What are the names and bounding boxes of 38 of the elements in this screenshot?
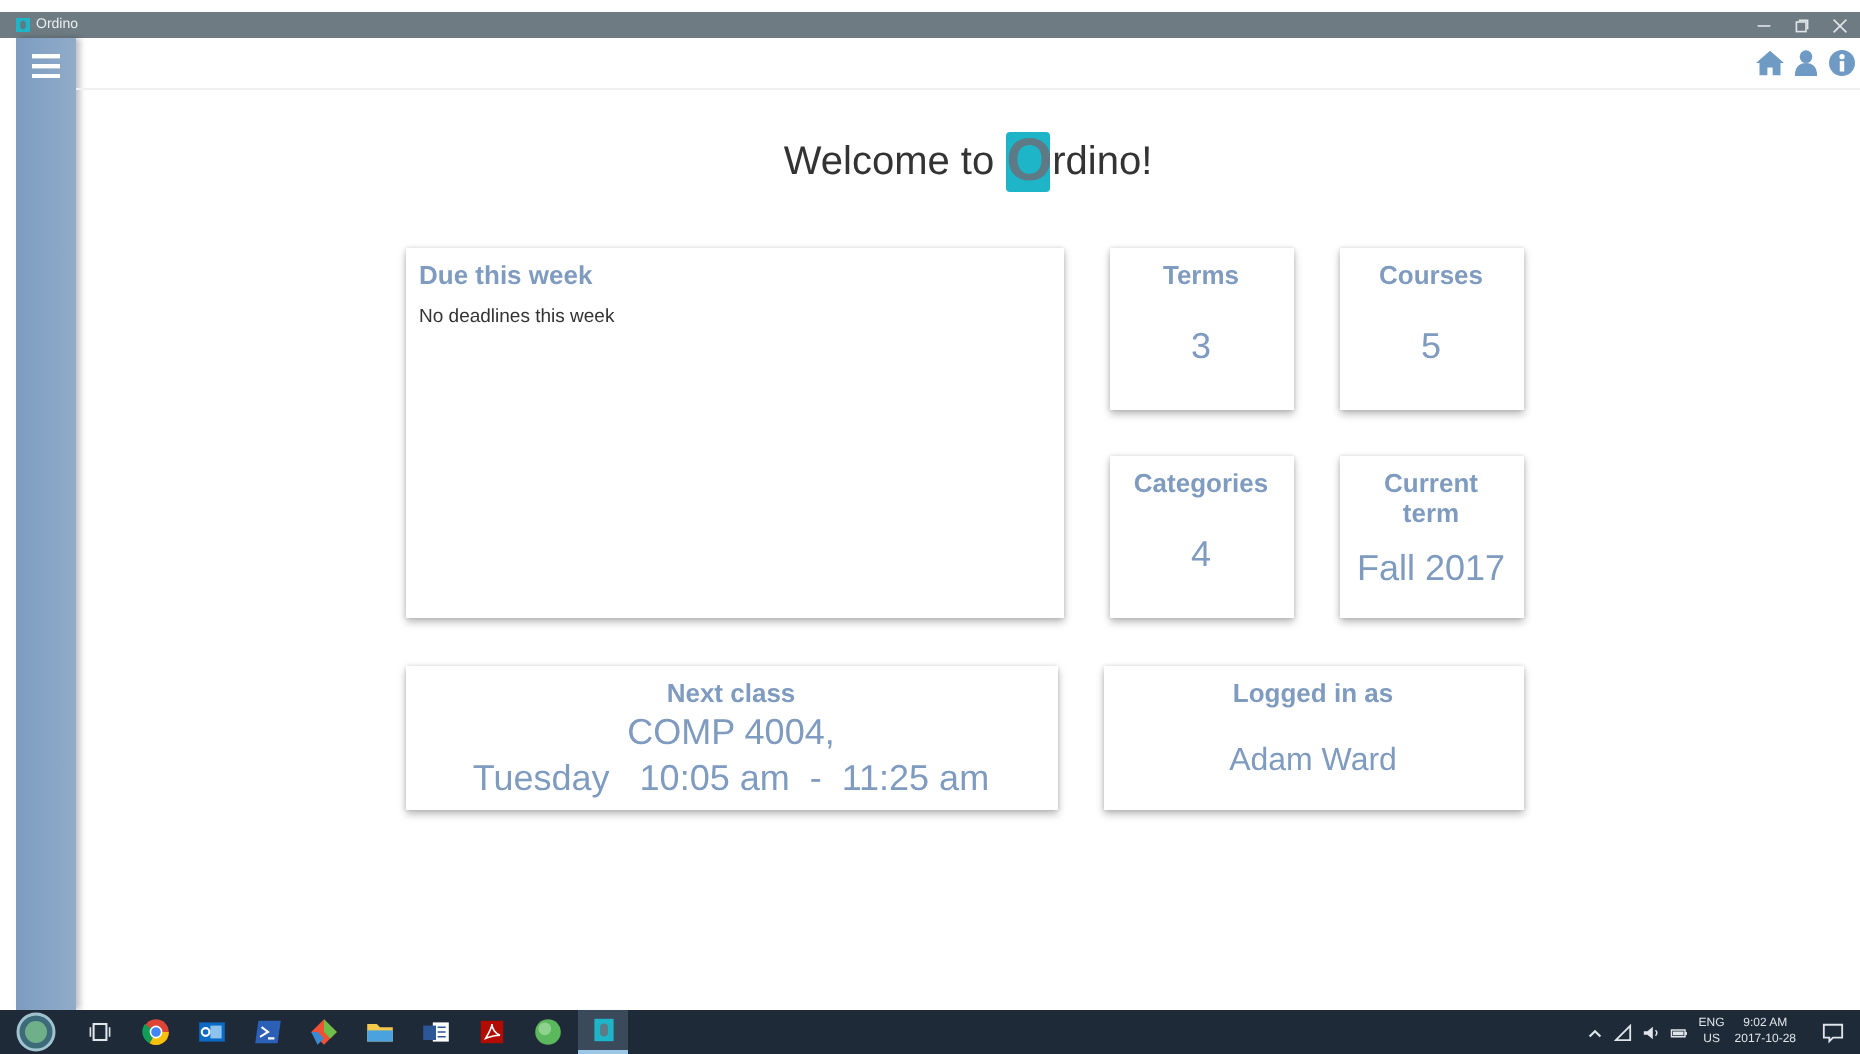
card-title: Terms (1162, 260, 1240, 290)
user-icon[interactable] (1792, 50, 1820, 76)
stat-value: 3 (1190, 323, 1211, 369)
stat-value: 5 (1420, 323, 1441, 369)
course-name: COMP 4004, (625, 712, 837, 754)
card-title: Due this week (419, 260, 595, 290)
start-button[interactable] (16, 1012, 56, 1052)
mail-icon (195, 1016, 227, 1048)
welcome-text: rdino! (1052, 139, 1153, 185)
stat-value: Fall 2017 (1356, 546, 1506, 592)
card-title: Logged in as (1230, 678, 1396, 708)
speaker-icon[interactable] (1642, 1023, 1661, 1041)
user-name: Adam Ward (1227, 742, 1399, 782)
notification-icon[interactable] (1822, 1021, 1844, 1043)
card-title: Current term (1382, 468, 1480, 528)
close-icon (1832, 17, 1848, 33)
pdf-icon (475, 1016, 507, 1048)
network-icon[interactable] (1614, 1023, 1633, 1041)
restore-button[interactable] (1794, 17, 1810, 33)
class-time: Tuesday 10:05 am - 11:25 am (470, 758, 992, 800)
battery-icon[interactable] (1670, 1023, 1689, 1041)
browser-icon (139, 1016, 171, 1048)
logo: O (1006, 132, 1051, 192)
welcome-text: Welcome to (783, 139, 995, 185)
diamond-icon (307, 1016, 339, 1048)
home-icon[interactable] (1756, 50, 1784, 76)
close-button[interactable] (1832, 17, 1848, 33)
card-title: Next class (664, 678, 798, 708)
terminal-icon (251, 1016, 283, 1048)
card-title: Categories (1133, 468, 1269, 498)
app-icon (16, 18, 30, 32)
document-icon (419, 1016, 451, 1048)
info-icon[interactable] (1828, 50, 1856, 76)
restore-icon (1794, 17, 1810, 33)
stat-value: 4 (1190, 531, 1211, 577)
card-title: Courses (1378, 260, 1484, 290)
empty-message: No deadlines this week (419, 306, 617, 328)
menu-icon[interactable] (32, 54, 60, 78)
